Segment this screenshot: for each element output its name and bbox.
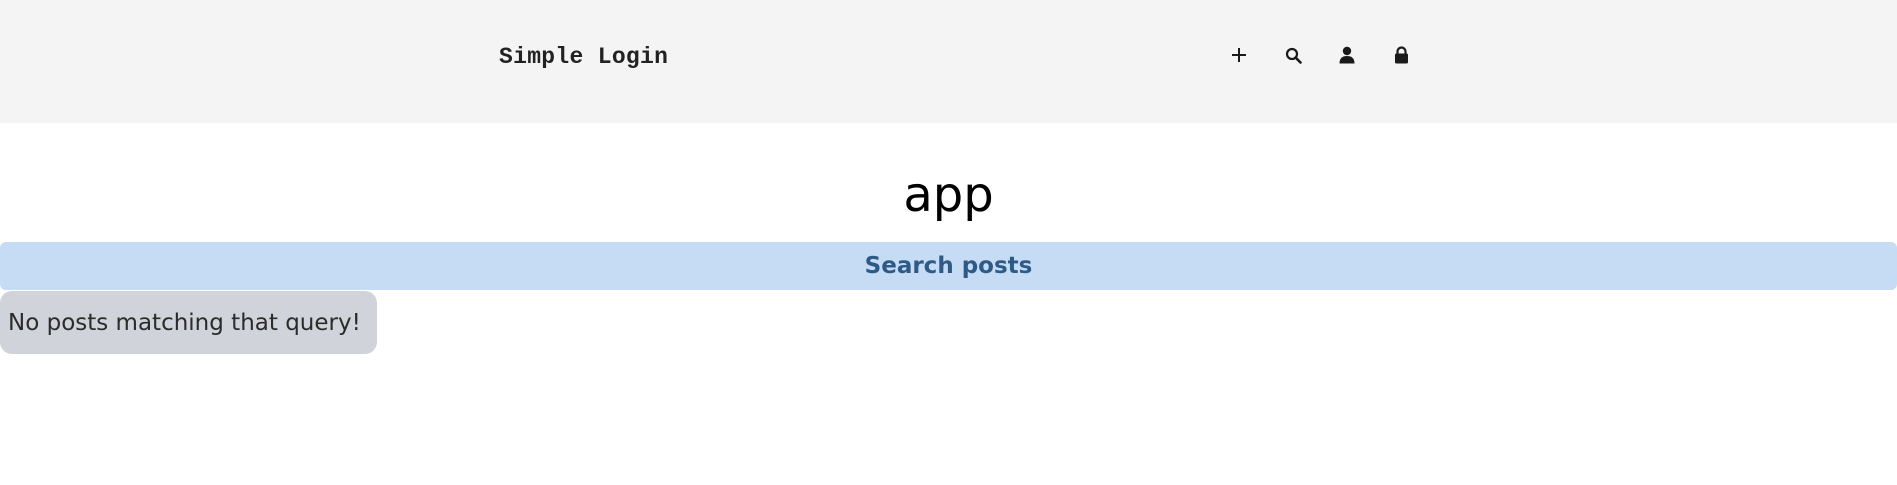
search-posts-toggle[interactable]: Search posts <box>0 242 1897 290</box>
page-title: app <box>903 167 994 223</box>
search-posts-label: Search posts <box>864 253 1033 279</box>
top-navbar: Simple Login <box>0 0 1897 123</box>
nav-icons <box>1212 40 1428 70</box>
brand-link[interactable]: Simple Login <box>499 43 668 71</box>
user-icon <box>1339 46 1355 64</box>
search-icon <box>1285 47 1302 64</box>
plus-icon <box>1232 48 1246 62</box>
profile-button[interactable] <box>1320 40 1374 70</box>
search-button[interactable] <box>1266 40 1320 70</box>
lock-icon <box>1394 46 1408 64</box>
login-button[interactable] <box>1374 40 1428 70</box>
empty-results-message: No posts matching that query! <box>0 291 377 354</box>
new-post-button[interactable] <box>1212 40 1266 70</box>
